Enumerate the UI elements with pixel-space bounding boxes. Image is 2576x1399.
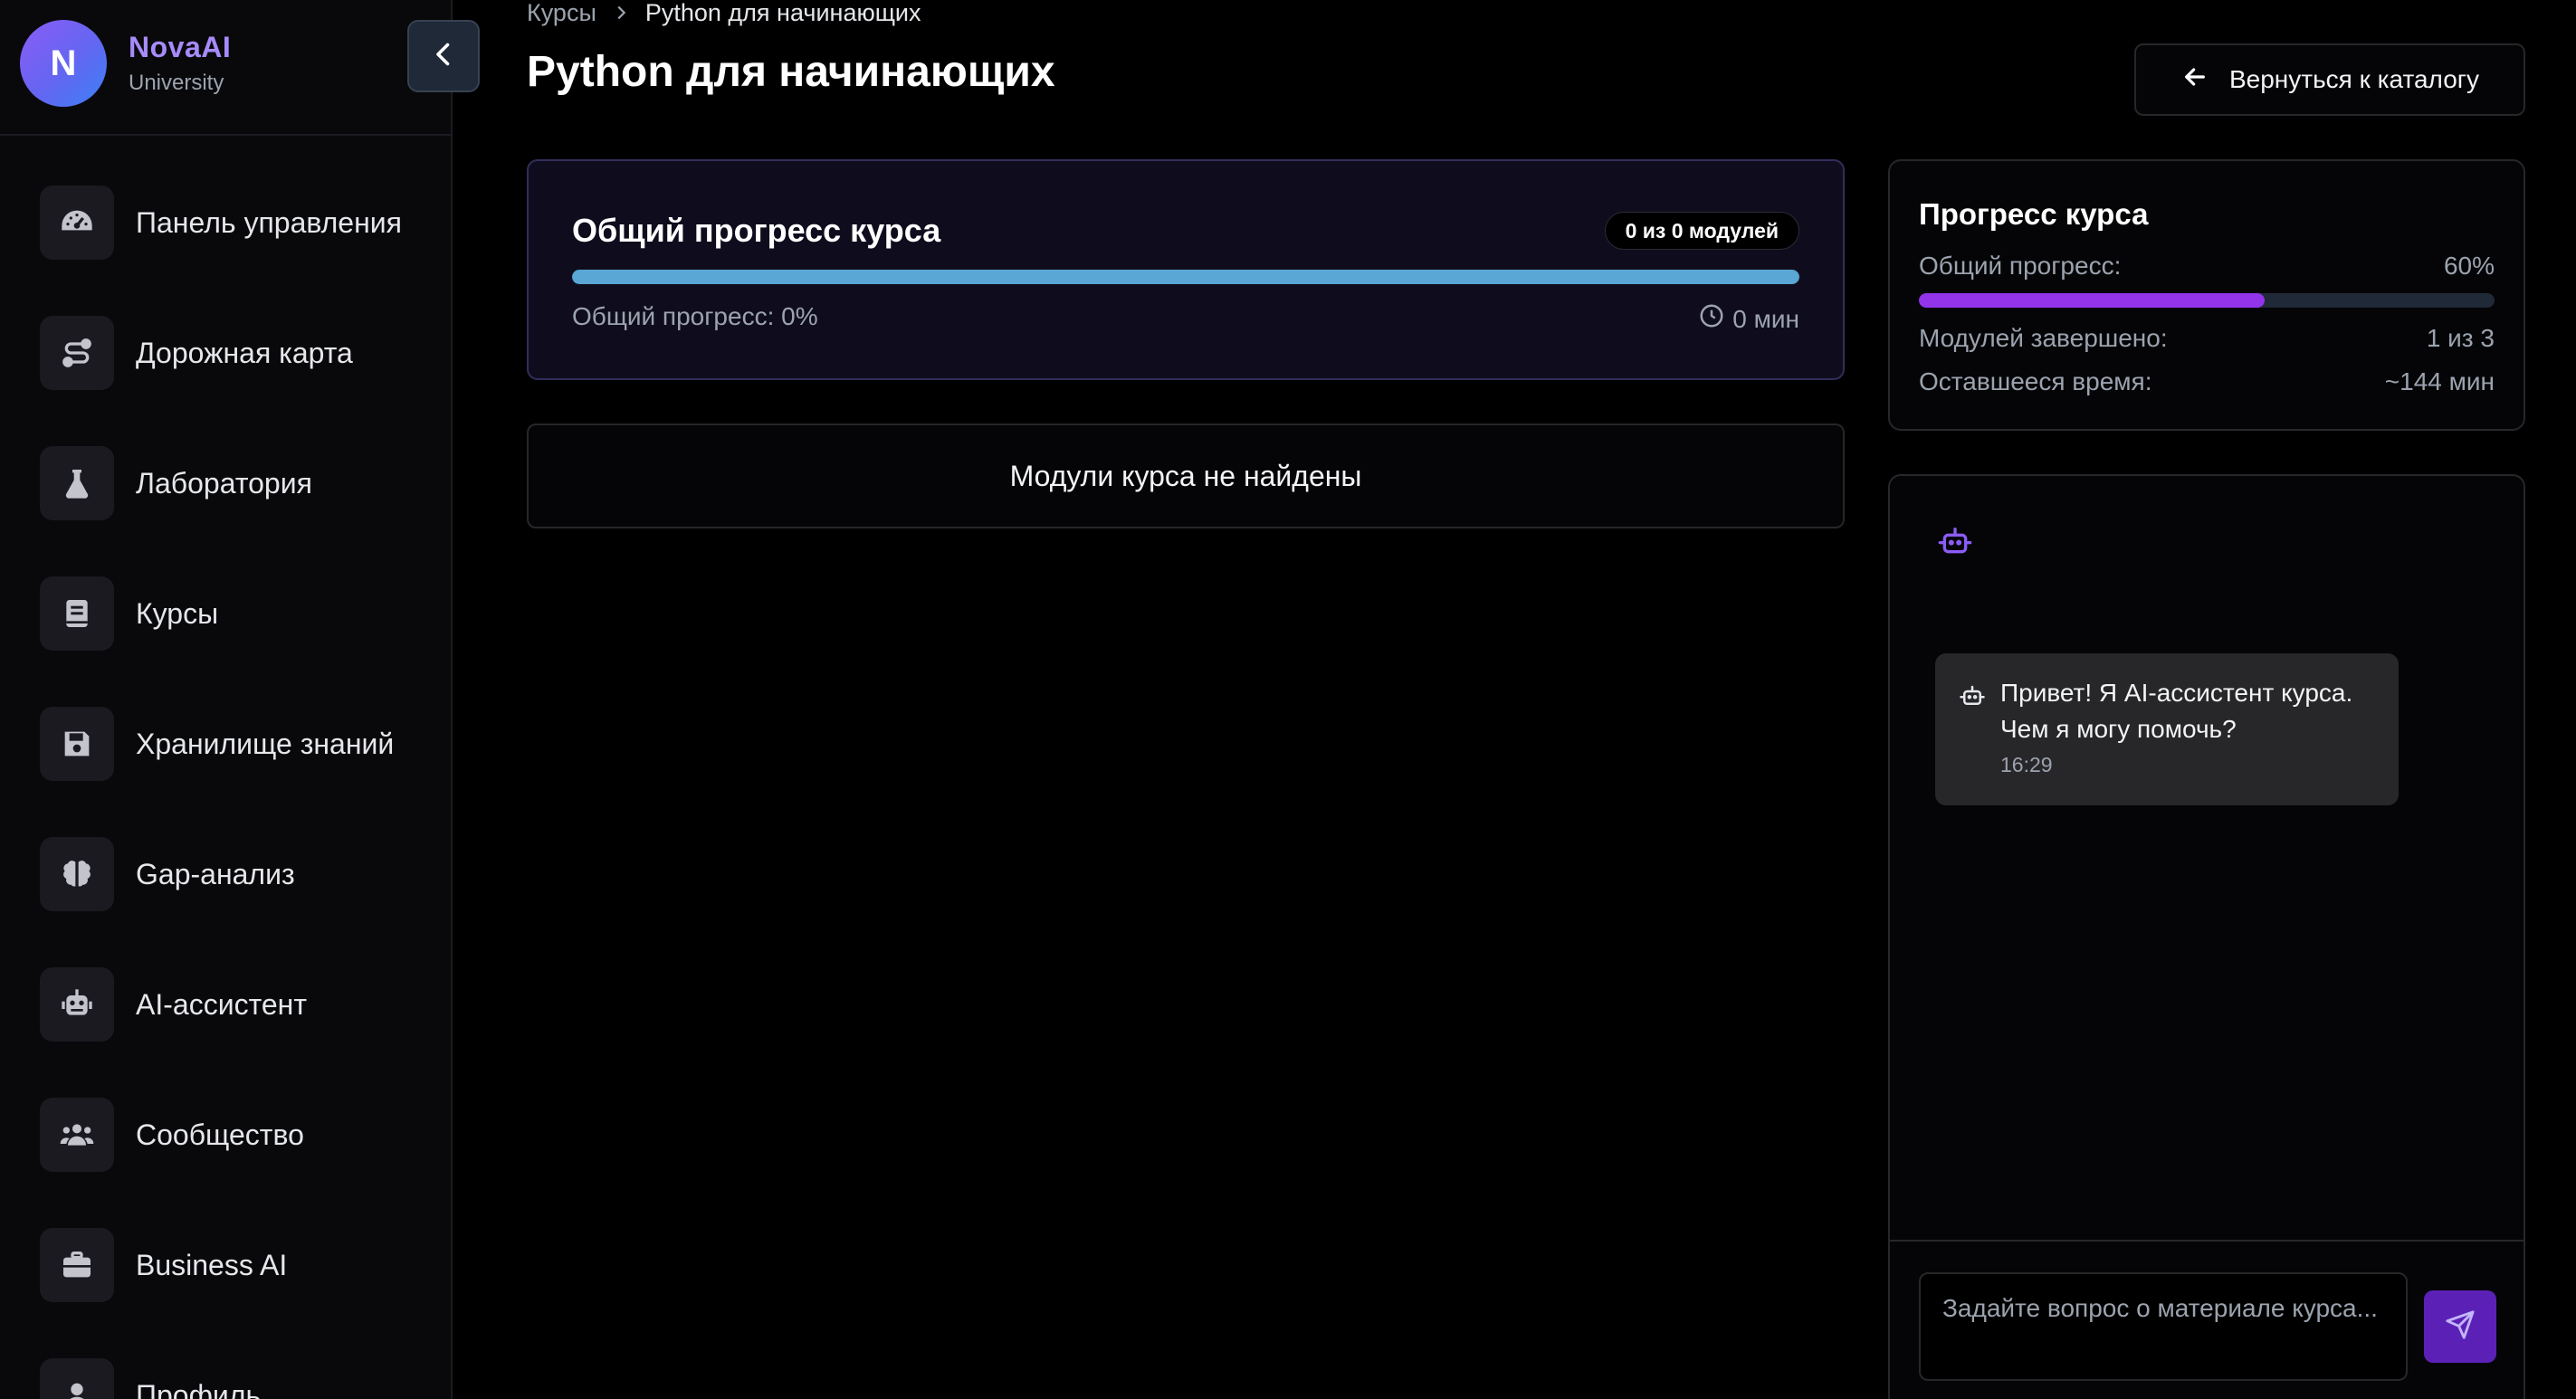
robot-icon <box>40 967 114 1042</box>
course-stats-card: Прогресс курса Общий прогресс: 60% Модул… <box>1888 159 2525 431</box>
sidebar-item-label: Gap-анализ <box>136 857 295 890</box>
back-to-catalog-button[interactable]: Вернуться к каталогу <box>2134 43 2525 116</box>
course-progress-text: Общий прогресс: 0% <box>572 302 818 330</box>
course-stats-title: Прогресс курса <box>1919 197 2149 231</box>
overall-progress-bar-fill <box>1919 293 2265 308</box>
ai-chat-panel: Привет! Я AI-ассистент курса. Чем я могу… <box>1888 474 2525 1399</box>
send-icon <box>2445 1309 2476 1345</box>
remaining-time-value: ~144 мин <box>2384 367 2495 395</box>
assistant-message-text: Привет! Я AI-ассистент курса. Чем я могу… <box>2000 679 2353 743</box>
course-time-value: 0 мин <box>1732 304 1799 333</box>
sidebar-item-label: Курсы <box>136 596 219 630</box>
robot-icon <box>1937 523 1973 564</box>
overall-progress-bar <box>1919 293 2495 308</box>
flask-icon <box>40 446 114 520</box>
overall-progress-value: 60% <box>2443 252 2495 280</box>
sidebar-item-label: Профиль <box>136 1378 262 1399</box>
sidebar-item-courses[interactable]: Курсы <box>40 576 420 652</box>
sidebar-item-label: Панель управления <box>136 205 402 239</box>
sidebar-item-label: Хранилище знаний <box>136 727 395 760</box>
remaining-time-label: Оставшееся время: <box>1919 367 2152 395</box>
sidebar-item-profile[interactable]: Профиль <box>40 1357 420 1399</box>
send-message-button[interactable] <box>2424 1290 2496 1363</box>
users-icon <box>40 1098 114 1172</box>
briefcase-icon <box>40 1228 114 1302</box>
sidebar-item-ai-assistant[interactable]: AI-ассистент <box>40 966 420 1042</box>
breadcrumb: Курсы Python для начинающих <box>527 0 921 27</box>
sidebar-item-label: Лаборатория <box>136 466 312 500</box>
brand-avatar: N <box>20 20 107 107</box>
sidebar-item-roadmap[interactable]: Дорожная карта <box>40 315 420 391</box>
modules-completed-label: Модулей завершено: <box>1919 324 2168 352</box>
brand: N NovaAI University <box>0 0 451 136</box>
route-icon <box>40 316 114 390</box>
chat-question-input[interactable]: Задайте вопрос о материале курса... <box>1919 1272 2408 1381</box>
course-progress-title: Общий прогресс курса <box>572 212 941 249</box>
save-icon <box>40 707 114 781</box>
course-progress-card: Общий прогресс курса 0 из 0 модулей Общи… <box>527 159 1845 380</box>
course-progress-bar <box>572 270 1799 284</box>
assistant-message: Привет! Я AI-ассистент курса. Чем я могу… <box>1935 653 2399 805</box>
sidebar-item-label: Business AI <box>136 1248 288 1281</box>
gauge-icon <box>40 186 114 260</box>
sidebar-item-label: Дорожная карта <box>136 336 353 369</box>
sidebar-item-business-ai[interactable]: Business AI <box>40 1227 420 1303</box>
sidebar-item-gap-analysis[interactable]: Gap-анализ <box>40 836 420 912</box>
breadcrumb-link-courses[interactable]: Курсы <box>527 0 596 27</box>
sidebar-item-knowledge[interactable]: Хранилище знаний <box>40 706 420 782</box>
book-icon <box>40 576 114 651</box>
chevron-left-icon <box>427 38 460 75</box>
collapse-sidebar-button[interactable] <box>407 20 480 92</box>
course-time: 0 мин <box>1698 302 1799 336</box>
modules-completed-row: Модулей завершено: 1 из 3 <box>1919 324 2495 353</box>
page-title: Python для начинающих <box>527 48 1055 96</box>
sidebar-item-label: AI-ассистент <box>136 987 307 1021</box>
overall-progress-row: Общий прогресс: 60% <box>1919 252 2495 281</box>
sidebar-item-dashboard[interactable]: Панель управления <box>40 185 420 261</box>
modules-completed-value: 1 из 3 <box>2426 324 2495 352</box>
chat-divider <box>1890 1240 2524 1242</box>
modules-count-badge: 0 из 0 модулей <box>1604 212 1799 250</box>
chevron-right-icon <box>611 3 631 23</box>
brand-subtitle: University <box>129 71 224 95</box>
remaining-time-row: Оставшееся время: ~144 мин <box>1919 367 2495 396</box>
robot-icon <box>1959 682 1986 714</box>
sidebar-item-community[interactable]: Сообщество <box>40 1097 420 1173</box>
user-icon <box>40 1358 114 1399</box>
course-progress-bar-fill <box>572 270 1799 284</box>
brand-name: NovaAI <box>129 31 232 63</box>
arrow-left-icon <box>2180 62 2229 98</box>
sidebar-item-lab[interactable]: Лаборатория <box>40 445 420 521</box>
sidebar: N NovaAI University Панель управления До… <box>0 0 453 1399</box>
clock-icon <box>1698 302 1732 336</box>
back-button-label: Вернуться к каталогу <box>2228 65 2479 93</box>
overall-progress-label: Общий прогресс: <box>1919 252 2122 280</box>
sidebar-item-label: Сообщество <box>136 1118 304 1151</box>
brain-icon <box>40 837 114 911</box>
breadcrumb-current: Python для начинающих <box>644 0 921 26</box>
assistant-message-time: 16:29 <box>2000 753 2053 776</box>
empty-modules-message: Модули курса не найдены <box>527 424 1845 528</box>
